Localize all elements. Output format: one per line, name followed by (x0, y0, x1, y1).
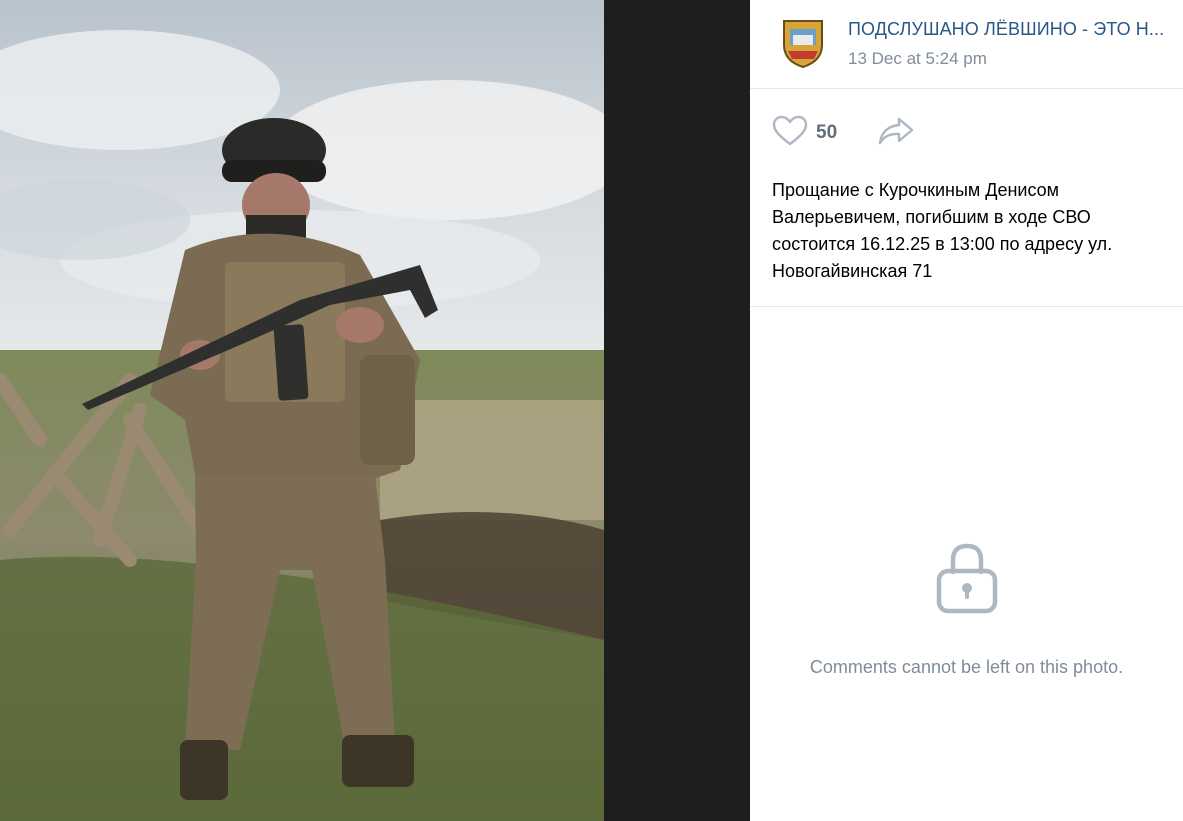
group-name-link[interactable]: ПОДСЛУШАНО ЛЁВШИНО - ЭТО Н... (848, 19, 1178, 40)
like-count: 50 (816, 122, 838, 143)
post-header: ПОДСЛУШАНО ЛЁВШИНО - ЭТО Н... 13 Dec at … (750, 0, 1183, 89)
lock-icon (935, 540, 999, 619)
post-caption: Прощание с Курочкиным Денисом Валерьевич… (772, 180, 1113, 281)
share-button[interactable] (877, 116, 915, 151)
share-arrow-icon (877, 116, 915, 151)
like-button[interactable]: 50 (772, 115, 837, 152)
comments-disabled-message: Comments cannot be left on this photo. (809, 657, 1124, 677)
post-photo[interactable] (0, 0, 604, 821)
photo-area[interactable] (0, 0, 750, 821)
group-avatar[interactable] (780, 17, 826, 69)
post-date[interactable]: 13 Dec at 5:24 pm (848, 49, 1178, 69)
post-sidebar: ПОДСЛУШАНО ЛЁВШИНО - ЭТО Н... 13 Dec at … (750, 0, 1183, 821)
photo-image (0, 0, 604, 821)
divider (750, 306, 1183, 307)
comments-locked-panel: Comments cannot be left on this photo. (750, 540, 1183, 678)
post-actions: 50 (750, 89, 1183, 177)
photo-viewer: ПОДСЛУШАНО ЛЁВШИНО - ЭТО Н... 13 Dec at … (0, 0, 1183, 821)
heart-icon (772, 115, 808, 152)
